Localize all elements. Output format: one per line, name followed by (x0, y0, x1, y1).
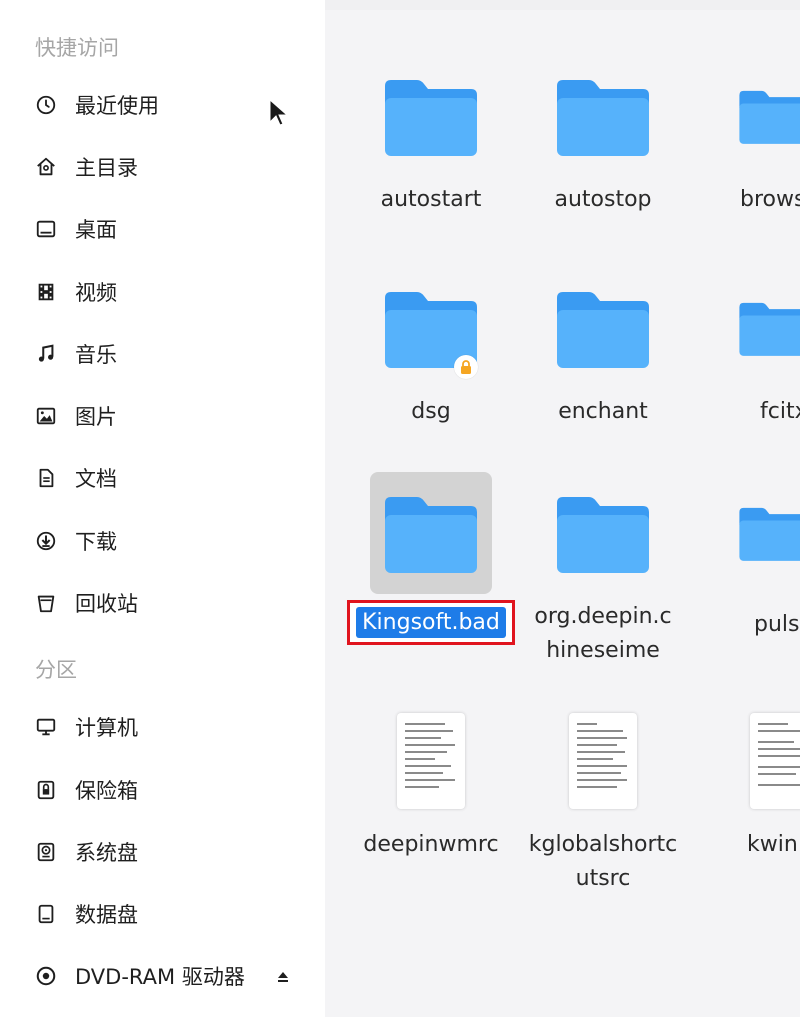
document-icon (34, 466, 58, 490)
file-item[interactable]: kwin (710, 700, 800, 862)
sidebar-item-pictures[interactable]: 图片 (0, 390, 325, 442)
quick-access-header: 快捷访问 (35, 36, 119, 60)
folder-item[interactable]: fcitx (710, 267, 800, 429)
text-file-icon (542, 700, 664, 822)
sidebar-item-label: 文档 (75, 467, 117, 491)
folder-item-selected[interactable]: Kingsoft.bad (347, 472, 515, 645)
sidebar-item-home[interactable]: 主目录 (0, 141, 325, 193)
sidebar-item-label: 下载 (75, 530, 117, 554)
sidebar-item-label: 主目录 (75, 156, 138, 180)
system-disk-icon (34, 840, 58, 864)
rename-highlight: Kingsoft.bad (347, 600, 515, 645)
file-name: org.deepin.chineseime (534, 604, 672, 663)
sidebar-item-computer[interactable]: 计算机 (0, 701, 325, 753)
file-manager-window: 快捷访问 最近使用 主目录 桌面 视频 音乐 图片 文档 下载 回收站 分区 计… (0, 0, 800, 1017)
folder-icon (542, 472, 664, 594)
lock-icon (454, 355, 478, 379)
mouse-cursor-icon (268, 98, 290, 128)
sidebar-item-label: 视频 (75, 281, 117, 305)
folder-icon (370, 55, 492, 177)
sidebar: 快捷访问 最近使用 主目录 桌面 视频 音乐 图片 文档 下载 回收站 分区 计… (0, 0, 325, 1017)
text-file-icon (370, 700, 492, 822)
sidebar-item-label: 桌面 (75, 218, 117, 242)
sidebar-item-system-disk[interactable]: 系统盘 (0, 826, 325, 878)
folder-item[interactable]: enchant (528, 267, 678, 429)
partitions-header: 分区 (35, 658, 77, 682)
file-item[interactable]: kglobalshortcutsrc (528, 700, 678, 896)
sidebar-item-label: DVD-RAM 驱动器 (75, 965, 245, 989)
monitor-icon (34, 715, 58, 739)
sidebar-item-trash[interactable]: 回收站 (0, 577, 325, 629)
desktop-icon (34, 217, 58, 241)
folder-item[interactable]: dsg (356, 267, 506, 429)
sidebar-item-videos[interactable]: 视频 (0, 266, 325, 318)
text-file-icon (710, 700, 800, 822)
folder-item[interactable]: brows (710, 55, 800, 217)
clock-icon (34, 93, 58, 117)
file-name: deepinwmrc (363, 832, 499, 857)
sidebar-item-music[interactable]: 音乐 (0, 328, 325, 380)
sidebar-item-label: 数据盘 (75, 903, 138, 927)
file-name: fcitx (760, 399, 800, 424)
file-name: dsg (411, 399, 451, 424)
music-note-icon (34, 342, 58, 366)
rename-input[interactable]: Kingsoft.bad (356, 607, 506, 638)
sidebar-item-label: 音乐 (75, 343, 117, 367)
file-name: autostart (380, 187, 482, 212)
folder-icon (542, 55, 664, 177)
sidebar-item-label: 保险箱 (75, 779, 138, 803)
disc-icon (34, 964, 58, 988)
folder-icon (370, 472, 492, 594)
sidebar-item-label: 图片 (75, 405, 117, 429)
image-icon (34, 404, 58, 428)
sidebar-item-documents[interactable]: 文档 (0, 452, 325, 504)
home-icon (34, 155, 58, 179)
folder-item[interactable]: puls (710, 472, 800, 642)
file-grid: autostart autostop brows dsg enchant fci… (325, 0, 800, 1017)
folder-icon (370, 267, 492, 389)
top-strip (325, 0, 800, 10)
file-name: kglobalshortcutsrc (528, 832, 678, 891)
folder-item[interactable]: autostart (356, 55, 506, 217)
file-name: brows (740, 187, 800, 212)
folder-icon (542, 267, 664, 389)
trash-icon (34, 591, 58, 615)
film-icon (34, 280, 58, 304)
download-icon (34, 529, 58, 553)
file-name: autostop (554, 187, 652, 212)
file-name: puls (754, 612, 800, 637)
sidebar-item-dvd-drive[interactable]: DVD-RAM 驱动器 (0, 950, 325, 1002)
sidebar-item-label: 回收站 (75, 592, 138, 616)
sidebar-item-desktop[interactable]: 桌面 (0, 203, 325, 255)
sidebar-item-label: 最近使用 (75, 94, 159, 118)
safe-icon (34, 778, 58, 802)
sidebar-item-label: 计算机 (75, 716, 138, 740)
folder-item[interactable]: autostop (528, 55, 678, 217)
file-name: enchant (558, 399, 648, 424)
folder-icon (710, 55, 800, 177)
file-name: kwin (747, 832, 798, 857)
sidebar-item-data-disk[interactable]: 数据盘 (0, 888, 325, 940)
eject-icon[interactable] (276, 969, 290, 983)
sidebar-item-vault[interactable]: 保险箱 (0, 764, 325, 816)
folder-icon (710, 267, 800, 389)
sidebar-item-label: 系统盘 (75, 841, 138, 865)
file-item[interactable]: deepinwmrc (356, 700, 506, 862)
data-disk-icon (34, 902, 58, 926)
folder-icon (710, 472, 800, 594)
folder-item[interactable]: org.deepin.chineseime (528, 472, 678, 668)
sidebar-item-downloads[interactable]: 下载 (0, 515, 325, 567)
